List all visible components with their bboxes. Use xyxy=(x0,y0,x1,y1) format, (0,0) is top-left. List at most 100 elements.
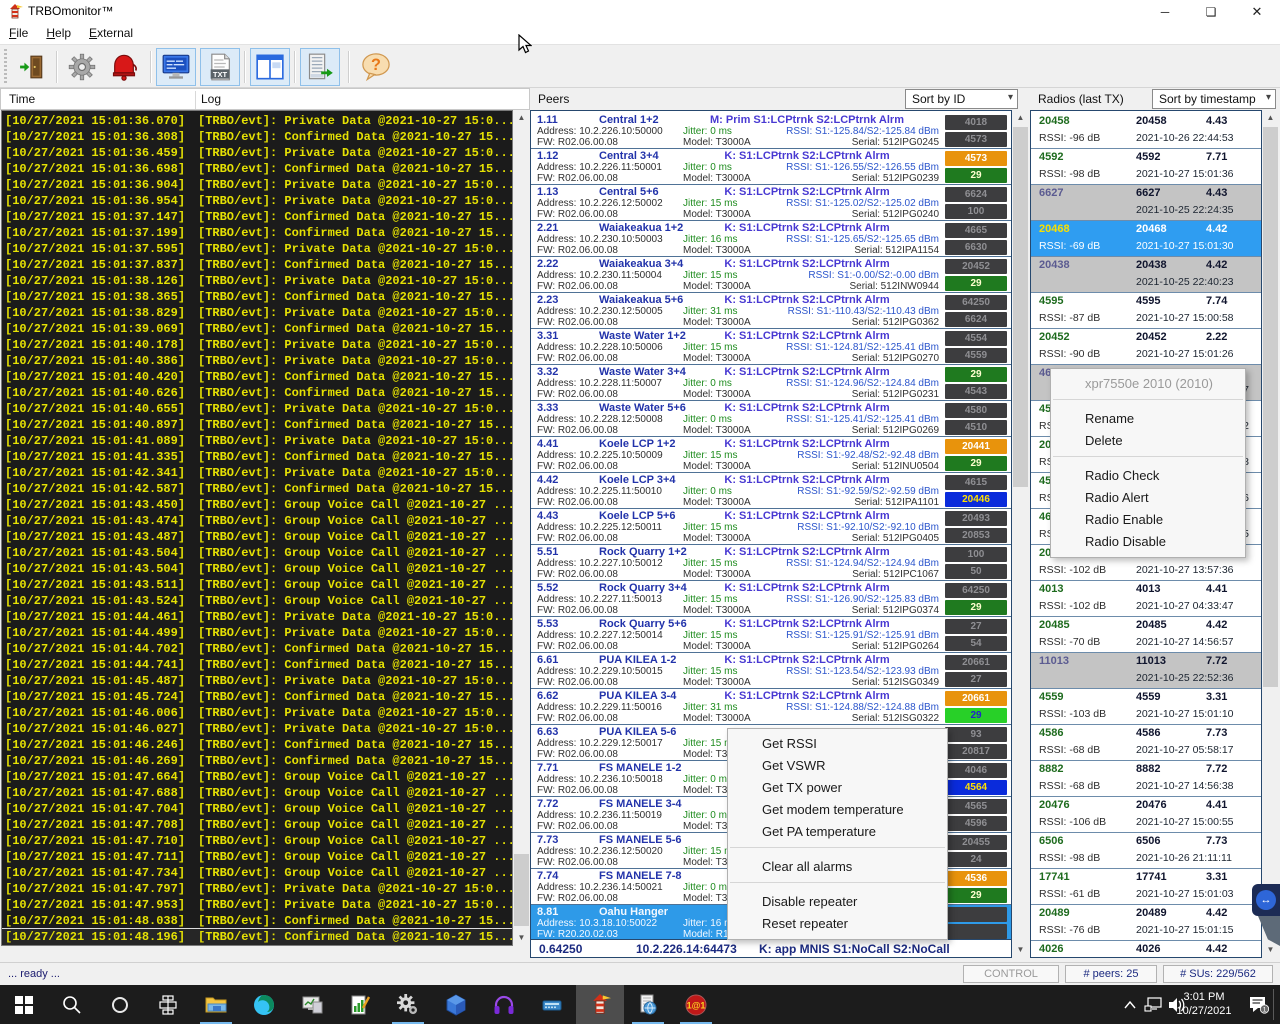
log-row[interactable]: [10/27/2021 15:01:43.450][TRBO/evt]: Gro… xyxy=(2,497,512,513)
peer-row[interactable]: 3.31 Waste Water 1+2 K: S1:LCPtrnk S2:LC… xyxy=(531,329,1011,365)
log-scroll-thumb[interactable] xyxy=(514,854,529,926)
log-row[interactable]: [10/27/2021 15:01:44.741][TRBO/evt]: Con… xyxy=(2,657,512,673)
context-menu-item[interactable]: Radio Disable xyxy=(1051,531,1245,553)
context-menu-item[interactable]: Delete xyxy=(1051,430,1245,452)
log-row[interactable]: [10/27/2021 15:01:37.837][TRBO/evt]: Con… xyxy=(2,257,512,273)
radio-row[interactable]: 4013 4013 4.41 RSSI: -102 dB 2021-10-27 … xyxy=(1031,581,1261,617)
peer-row[interactable]: 2.21 Waiakeakua 1+2 K: S1:LCPtrnk S2:LCP… xyxy=(531,221,1011,257)
radio-row[interactable]: 20476 20476 4.41 RSSI: -106 dB 2021-10-2… xyxy=(1031,797,1261,833)
peers-scrollbar[interactable]: ▲ ▼ xyxy=(1012,110,1029,958)
peer-row[interactable]: 2.22 Waiakeakua 3+4 K: S1:LCPtrnk S2:LCP… xyxy=(531,257,1011,293)
radio-row[interactable]: 20485 20485 4.42 RSSI: -70 dB 2021-10-27… xyxy=(1031,617,1261,653)
peer-row[interactable]: 3.33 Waste Water 5+6 K: S1:LCPtrnk S2:LC… xyxy=(531,401,1011,437)
log-row[interactable]: [10/27/2021 15:01:36.954][TRBO/evt]: Pri… xyxy=(2,193,512,209)
log-row[interactable]: [10/27/2021 15:01:46.246][TRBO/evt]: Con… xyxy=(2,737,512,753)
context-menu-item[interactable]: Radio Enable xyxy=(1051,509,1245,531)
log-row[interactable]: [10/27/2021 15:01:46.006][TRBO/evt]: Pri… xyxy=(2,705,512,721)
tray-clock[interactable]: 3:01 PM 10/27/2021 xyxy=(1168,990,1240,1018)
column-divider[interactable] xyxy=(195,91,196,109)
settings-button[interactable] xyxy=(62,48,102,86)
trbomonitor-taskbar-button[interactable] xyxy=(576,985,624,1024)
log-row[interactable]: [10/27/2021 15:01:38.365][TRBO/evt]: Con… xyxy=(2,289,512,305)
radios-sort-dropdown[interactable]: Sort by timestamp▾ xyxy=(1152,89,1276,109)
tray-chevron-button[interactable] xyxy=(1118,985,1142,1024)
log-row[interactable]: [10/27/2021 15:01:40.626][TRBO/evt]: Con… xyxy=(2,385,512,401)
maximize-button[interactable]: ❏ xyxy=(1188,0,1234,24)
menu-item[interactable]: Help xyxy=(37,24,80,40)
radio-row[interactable]: 4559 4559 3.31 RSSI: -103 dB 2021-10-27 … xyxy=(1031,689,1261,725)
radio-row[interactable]: 17741 17741 3.31 RSSI: -61 dB 2021-10-27… xyxy=(1031,869,1261,905)
minimize-button[interactable]: ─ xyxy=(1142,0,1188,24)
log-row[interactable]: [10/27/2021 15:01:43.511][TRBO/evt]: Gro… xyxy=(2,577,512,593)
radio-row[interactable]: 4595 4595 7.74 RSSI: -87 dB 2021-10-27 1… xyxy=(1031,293,1261,329)
peer-row[interactable]: 1.13 Central 5+6 K: S1:LCPtrnk S2:LCPtrn… xyxy=(531,185,1011,221)
log-row[interactable]: [10/27/2021 15:01:47.797][TRBO/evt]: Pri… xyxy=(2,881,512,897)
search-button[interactable] xyxy=(48,985,96,1024)
log-row[interactable]: [10/27/2021 15:01:45.487][TRBO/evt]: Pri… xyxy=(2,673,512,689)
log-row[interactable]: [10/27/2021 15:01:47.704][TRBO/evt]: Gro… xyxy=(2,801,512,817)
scroll-up-icon[interactable]: ▲ xyxy=(1262,110,1279,126)
log-row[interactable]: [10/27/2021 15:01:48.196][TRBO/evt]: Con… xyxy=(2,929,512,945)
context-menu-item[interactable]: Get modem temperature xyxy=(728,799,947,821)
context-menu-item[interactable]: Reset repeater xyxy=(728,913,947,935)
context-menu-item[interactable]: Get PA temperature xyxy=(728,821,947,843)
log-row[interactable]: [10/27/2021 15:01:41.335][TRBO/evt]: Con… xyxy=(2,449,512,465)
peer-row[interactable]: 5.51 Rock Quarry 1+2 K: S1:LCPtrnk S2:LC… xyxy=(531,545,1011,581)
context-menu-item[interactable]: Radio Check xyxy=(1051,465,1245,487)
radio-row[interactable]: 20438 20438 4.42 2021-10-25 22:40:23 xyxy=(1031,257,1261,293)
log-column-time[interactable]: Time xyxy=(9,92,35,106)
log-row[interactable]: [10/27/2021 15:01:47.708][TRBO/evt]: Gro… xyxy=(2,817,512,833)
context-menu-item[interactable]: Rename xyxy=(1051,408,1245,430)
radios-scrollbar[interactable]: ▲ ▼ xyxy=(1262,110,1279,958)
log-row[interactable]: [10/27/2021 15:01:44.461][TRBO/evt]: Pri… xyxy=(2,609,512,625)
context-menu-item[interactable]: Get RSSI xyxy=(728,733,947,755)
log-row[interactable]: [10/27/2021 15:01:44.702][TRBO/evt]: Con… xyxy=(2,641,512,657)
log-row[interactable]: [10/27/2021 15:01:40.178][TRBO/evt]: Pri… xyxy=(2,337,512,353)
log-row[interactable]: [10/27/2021 15:01:44.499][TRBO/evt]: Pri… xyxy=(2,625,512,641)
scroll-down-icon[interactable]: ▼ xyxy=(513,930,530,946)
log-row[interactable]: [10/27/2021 15:01:40.655][TRBO/evt]: Pri… xyxy=(2,401,512,417)
log-row[interactable]: [10/27/2021 15:01:38.829][TRBO/evt]: Pri… xyxy=(2,305,512,321)
mail-1at1-button[interactable]: 1@1 xyxy=(672,985,720,1024)
log-scrollbar[interactable]: ▲ ▼ xyxy=(513,110,530,946)
log-row[interactable]: [10/27/2021 15:01:43.504][TRBO/evt]: Gro… xyxy=(2,561,512,577)
scroll-down-icon[interactable]: ▼ xyxy=(1262,942,1279,958)
peer-row[interactable]: 4.42 Koele LCP 3+4 K: S1:LCPtrnk S2:LCPt… xyxy=(531,473,1011,509)
log-row[interactable]: [10/27/2021 15:01:43.487][TRBO/evt]: Gro… xyxy=(2,529,512,545)
menu-item[interactable]: External xyxy=(80,24,142,40)
log-row[interactable]: [10/27/2021 15:01:36.308][TRBO/evt]: Con… xyxy=(2,129,512,145)
scroll-up-icon[interactable]: ▲ xyxy=(1012,110,1029,126)
context-menu-item[interactable]: Get VSWR xyxy=(728,755,947,777)
log-row[interactable]: [10/27/2021 15:01:42.341][TRBO/evt]: Pri… xyxy=(2,465,512,481)
radio-row[interactable]: 4026 4026 4.42 xyxy=(1031,941,1261,958)
log-row[interactable]: [10/27/2021 15:01:43.474][TRBO/evt]: Gro… xyxy=(2,513,512,529)
log-row[interactable]: [10/27/2021 15:01:39.069][TRBO/evt]: Con… xyxy=(2,321,512,337)
log-row[interactable]: [10/27/2021 15:01:48.038][TRBO/evt]: Con… xyxy=(2,913,512,929)
start-button[interactable] xyxy=(0,985,48,1024)
perf-monitor-button[interactable] xyxy=(288,985,336,1024)
split-view-toggle[interactable] xyxy=(250,48,290,86)
peer-row[interactable]: 5.52 Rock Quarry 3+4 K: S1:LCPtrnk S2:LC… xyxy=(531,581,1011,617)
txt-log-toggle[interactable]: TXT xyxy=(200,48,240,86)
context-menu-item[interactable]: Clear all alarms xyxy=(728,856,947,878)
peer-row[interactable]: 6.61 PUA KILEA 1-2 K: S1:LCPtrnk S2:LCPt… xyxy=(531,653,1011,689)
peer-row[interactable]: 4.41 Koele LCP 1+2 K: S1:LCPtrnk S2:LCPt… xyxy=(531,437,1011,473)
cortana-button[interactable] xyxy=(96,985,144,1024)
context-menu-item[interactable] xyxy=(728,882,947,891)
log-row[interactable]: [10/27/2021 15:01:47.734][TRBO/evt]: Gro… xyxy=(2,865,512,881)
cube-app-button[interactable] xyxy=(432,985,480,1024)
notifications-button[interactable]: 1 xyxy=(1242,985,1276,1024)
help-button[interactable]: ? xyxy=(356,48,396,86)
log-row[interactable]: [10/27/2021 15:01:47.953][TRBO/evt]: Pri… xyxy=(2,897,512,913)
context-menu-item[interactable] xyxy=(1051,456,1245,465)
doc-globe-button[interactable] xyxy=(624,985,672,1024)
log-row[interactable]: [10/27/2021 15:01:40.420][TRBO/evt]: Con… xyxy=(2,369,512,385)
log-row[interactable]: [10/27/2021 15:01:40.897][TRBO/evt]: Con… xyxy=(2,417,512,433)
show-desktop-button[interactable] xyxy=(1273,989,1274,1020)
peers-scroll-thumb[interactable] xyxy=(1013,127,1028,487)
peer-row[interactable]: 4.43 Koele LCP 5+6 K: S1:LCPtrnk S2:LCPt… xyxy=(531,509,1011,545)
remote-overlay-widget[interactable]: ↔ xyxy=(1252,884,1280,916)
radio-row[interactable]: 11013 11013 7.72 2021-10-25 22:52:36 xyxy=(1031,653,1261,689)
radio-row[interactable]: 20489 20489 4.42 RSSI: -76 dB 2021-10-27… xyxy=(1031,905,1261,941)
peers-sort-dropdown[interactable]: Sort by ID▾ xyxy=(905,89,1018,109)
